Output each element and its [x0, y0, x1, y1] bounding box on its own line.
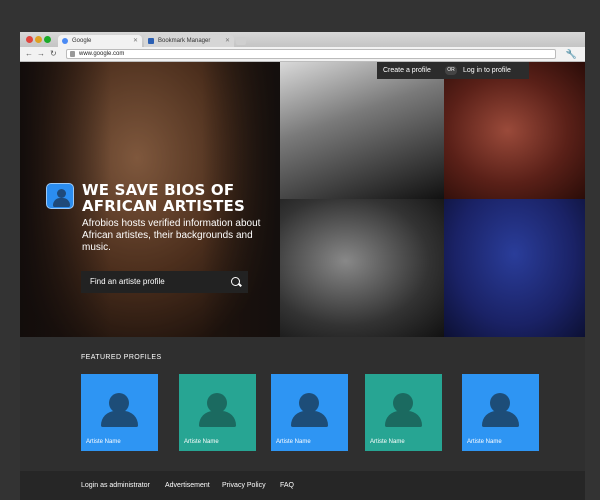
new-tab-button[interactable] — [236, 37, 246, 45]
avatar-body — [291, 411, 328, 427]
search-icon[interactable] — [231, 277, 240, 286]
avatar-icon — [393, 393, 413, 413]
artiste-name: Artiste Name — [184, 439, 219, 445]
tab-label: Google — [72, 38, 92, 44]
artiste-name: Artiste Name — [370, 439, 405, 445]
footer: Login as administrator Advertisement Pri… — [20, 471, 585, 500]
artiste-photo-3[interactable] — [280, 199, 444, 337]
footer-link-privacy-policy[interactable]: Privacy Policy — [222, 471, 266, 500]
close-window-button[interactable] — [26, 36, 33, 43]
create-profile-link[interactable]: Create a profile — [383, 62, 431, 79]
footer-link-admin-login[interactable]: Login as administrator — [81, 471, 150, 500]
wrench-icon[interactable]: 🔧 — [566, 48, 577, 60]
footer-link-faq[interactable]: FAQ — [280, 471, 294, 500]
address-bar[interactable]: www.google.com — [66, 49, 556, 59]
auth-bar: Create a profile OR Log in to profile — [377, 62, 529, 79]
browser-toolbar: ← → ↻ www.google.com 🔧 — [20, 47, 585, 62]
profile-logo-icon — [46, 183, 74, 209]
google-favicon-icon — [62, 38, 68, 44]
bookmark-star-icon — [148, 38, 154, 44]
forward-button[interactable]: → — [37, 48, 45, 60]
featured-profiles-title: FEATURED PROFILES — [81, 354, 162, 361]
avatar-icon — [109, 393, 129, 413]
tab-bookmark-manager[interactable]: Bookmark Manager ✕ — [144, 35, 234, 47]
avatar-body — [482, 411, 519, 427]
profile-card[interactable]: Artiste Name — [179, 374, 256, 451]
close-tab-icon[interactable]: ✕ — [225, 35, 230, 47]
tab-bar: Google ✕ Bookmark Manager ✕ — [20, 32, 585, 47]
artiste-photo-1[interactable] — [280, 62, 444, 199]
avatar-body — [101, 411, 138, 427]
or-badge: OR — [445, 66, 457, 75]
hero-title: WE SAVE BIOS OF AFRICAN ARTISTES — [82, 181, 245, 215]
profile-card[interactable]: Artiste Name — [365, 374, 442, 451]
minimize-window-button[interactable] — [35, 36, 42, 43]
profile-card[interactable]: Artiste Name — [271, 374, 348, 451]
artiste-name: Artiste Name — [86, 439, 121, 445]
avatar-icon — [299, 393, 319, 413]
avatar-body — [199, 411, 236, 427]
search-input[interactable]: Find an artiste profile — [81, 271, 248, 293]
address-text: www.google.com — [79, 51, 125, 57]
artiste-photo-4[interactable] — [444, 199, 585, 337]
browser-window: Google ✕ Bookmark Manager ✕ ← → ↻ www.go… — [20, 32, 585, 500]
profile-card[interactable]: Artiste Name — [462, 374, 539, 451]
profile-card[interactable]: Artiste Name — [81, 374, 158, 451]
tab-google[interactable]: Google ✕ — [58, 35, 142, 47]
reload-button[interactable]: ↻ — [50, 48, 57, 60]
back-button[interactable]: ← — [25, 48, 33, 60]
avatar-icon — [207, 393, 227, 413]
footer-link-advertisement[interactable]: Advertisement — [165, 471, 210, 500]
tab-label: Bookmark Manager — [158, 38, 211, 44]
hero-subtitle: Afrobios hosts verified information abou… — [82, 218, 261, 253]
avatar-icon — [490, 393, 510, 413]
close-tab-icon[interactable]: ✕ — [133, 35, 138, 47]
maximize-window-button[interactable] — [44, 36, 51, 43]
artiste-photo-2[interactable] — [444, 62, 585, 199]
login-link[interactable]: Log in to profile — [463, 62, 511, 79]
logo-body — [53, 198, 70, 207]
artiste-name: Artiste Name — [467, 439, 502, 445]
page-content: Create a profile OR Log in to profile WE… — [20, 62, 585, 500]
logo-head — [57, 189, 66, 198]
page-icon — [70, 51, 75, 57]
artiste-name: Artiste Name — [276, 439, 311, 445]
avatar-body — [385, 411, 422, 427]
search-placeholder: Find an artiste profile — [90, 277, 165, 286]
